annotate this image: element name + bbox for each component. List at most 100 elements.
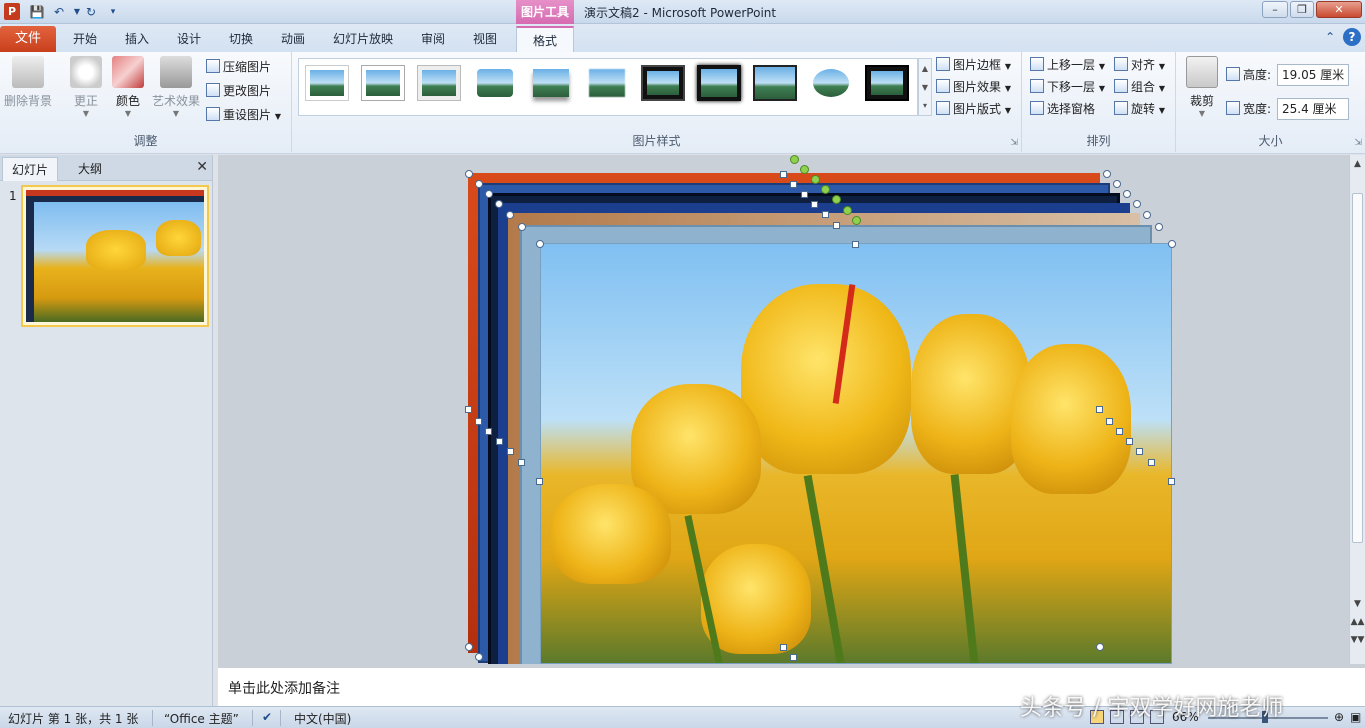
close-button[interactable]: ✕ (1316, 1, 1362, 18)
picture-style-thumb[interactable] (697, 65, 741, 101)
tab-animations[interactable]: 动画 (272, 26, 314, 52)
picture-style-thumb[interactable] (473, 65, 517, 101)
rotate-handle[interactable] (843, 206, 852, 215)
resize-handle[interactable] (852, 241, 859, 248)
resize-handle[interactable] (780, 644, 787, 651)
resize-handle[interactable] (518, 459, 525, 466)
notes-placeholder[interactable]: 单击此处添加备注 (228, 678, 340, 698)
align-button[interactable]: 对齐 ▼ (1114, 54, 1165, 76)
language[interactable]: 中文(中国) (294, 710, 351, 727)
picture-style-thumb[interactable] (361, 65, 405, 101)
minimize-ribbon-icon[interactable]: ⌃ (1321, 28, 1339, 46)
resize-handle[interactable] (1116, 428, 1123, 435)
scroll-up-icon[interactable]: ▲ (1350, 159, 1365, 169)
zoom-in-icon[interactable]: ⊕ (1334, 710, 1344, 724)
rotate-handle[interactable] (821, 185, 830, 194)
resize-handle[interactable] (475, 180, 483, 188)
group-button[interactable]: 组合 ▼ (1114, 76, 1165, 98)
scroll-down-icon[interactable]: ▼ (1350, 599, 1365, 609)
picture-border-button[interactable]: 图片边框 ▼ (936, 54, 1011, 76)
gallery-scroll[interactable]: ▲ ▼ ▾ (918, 58, 932, 116)
picture-style-thumb[interactable] (529, 65, 573, 101)
resize-handle[interactable] (801, 191, 808, 198)
resize-handle[interactable] (495, 200, 503, 208)
picture-style-thumb[interactable] (865, 65, 909, 101)
resize-handle[interactable] (536, 240, 544, 248)
gallery-more-icon[interactable]: ▾ (919, 97, 931, 115)
resize-handle[interactable] (1136, 448, 1143, 455)
resize-handle[interactable] (465, 643, 473, 651)
resize-handle[interactable] (506, 211, 514, 219)
resize-handle[interactable] (485, 428, 492, 435)
tab-design[interactable]: 设计 (168, 26, 210, 52)
remove-background-button[interactable]: 删除背景 (2, 56, 54, 126)
theme-name[interactable]: “Office 主题” (164, 710, 239, 727)
slide-canvas[interactable] (218, 155, 1349, 664)
resize-handle[interactable] (518, 223, 526, 231)
picture-style-thumb[interactable] (417, 65, 461, 101)
height-field[interactable]: 19.05 厘米 (1277, 64, 1349, 86)
tab-format[interactable]: 格式 (516, 26, 574, 52)
rotate-handle[interactable] (800, 165, 809, 174)
resize-handle[interactable] (475, 418, 482, 425)
restore-button[interactable]: ❐ (1290, 1, 1314, 18)
resize-handle[interactable] (475, 653, 483, 661)
resize-handle[interactable] (1113, 180, 1121, 188)
resize-handle[interactable] (1168, 478, 1175, 485)
help-icon[interactable]: ? (1343, 28, 1361, 46)
width-field[interactable]: 25.4 厘米 (1277, 98, 1349, 120)
resize-handle[interactable] (536, 478, 543, 485)
picture-style-thumb[interactable] (641, 65, 685, 101)
picture-style-thumb[interactable] (809, 65, 853, 101)
save-icon[interactable]: 💾 (28, 3, 46, 21)
minimize-button[interactable]: – (1262, 1, 1288, 18)
artistic-effects-button[interactable]: 艺术效果 ▼ (150, 56, 202, 126)
resize-handle[interactable] (1103, 170, 1111, 178)
resize-handle[interactable] (1106, 418, 1113, 425)
tab-file[interactable]: 文件 (0, 26, 56, 52)
crop-button[interactable]: 裁剪 ▼ (1180, 56, 1224, 126)
resize-handle[interactable] (1143, 211, 1151, 219)
picture-style-thumb[interactable] (753, 65, 797, 101)
gallery-up-icon[interactable]: ▲ (919, 59, 931, 78)
selection-pane-button[interactable]: 选择窗格 (1030, 98, 1095, 120)
rotate-button[interactable]: 旋转 ▼ (1114, 98, 1165, 120)
bring-forward-button[interactable]: 上移一层 ▼ (1030, 54, 1105, 76)
tab-transitions[interactable]: 切换 (220, 26, 262, 52)
rotate-handle[interactable] (852, 216, 861, 225)
resize-handle[interactable] (1168, 240, 1176, 248)
resize-handle[interactable] (822, 211, 829, 218)
customize-qat-icon[interactable]: ▾ (104, 3, 122, 21)
rotate-handle[interactable] (790, 155, 799, 164)
undo-icon[interactable]: ↶ (50, 3, 68, 21)
vertical-scrollbar[interactable]: ▲ ▼ ▲▲ ▼▼ (1349, 155, 1365, 664)
scroll-thumb[interactable] (1352, 193, 1363, 543)
resize-handle[interactable] (790, 654, 797, 661)
resize-handle[interactable] (465, 170, 473, 178)
resize-handle[interactable] (780, 171, 787, 178)
compress-pictures-button[interactable]: 压缩图片 (206, 56, 271, 78)
resize-handle[interactable] (485, 190, 493, 198)
tulip-picture[interactable] (540, 243, 1172, 664)
resize-handle[interactable] (811, 201, 818, 208)
tab-insert[interactable]: 插入 (116, 26, 158, 52)
tab-slideshow[interactable]: 幻灯片放映 (326, 26, 400, 52)
rotate-handle[interactable] (832, 195, 841, 204)
redo-icon[interactable]: ↻ (82, 3, 100, 21)
resize-handle[interactable] (790, 181, 797, 188)
change-picture-button[interactable]: 更改图片 (206, 80, 271, 102)
resize-handle[interactable] (1155, 223, 1163, 231)
gallery-down-icon[interactable]: ▼ (919, 78, 931, 97)
picture-layout-button[interactable]: 图片版式 ▼ (936, 98, 1011, 120)
picture-style-thumb[interactable] (305, 65, 349, 101)
slide-thumbnail[interactable] (21, 185, 209, 327)
resize-handle[interactable] (1133, 200, 1141, 208)
resize-handle[interactable] (1096, 643, 1104, 651)
resize-handle[interactable] (1126, 438, 1133, 445)
resize-handle[interactable] (465, 406, 472, 413)
tab-outline[interactable]: 大纲 (62, 157, 118, 181)
tab-review[interactable]: 审阅 (412, 26, 454, 52)
reset-picture-button[interactable]: 重设图片 ▼ (206, 104, 281, 126)
picture-style-thumb[interactable] (585, 65, 629, 101)
send-backward-button[interactable]: 下移一层 ▼ (1030, 76, 1105, 98)
